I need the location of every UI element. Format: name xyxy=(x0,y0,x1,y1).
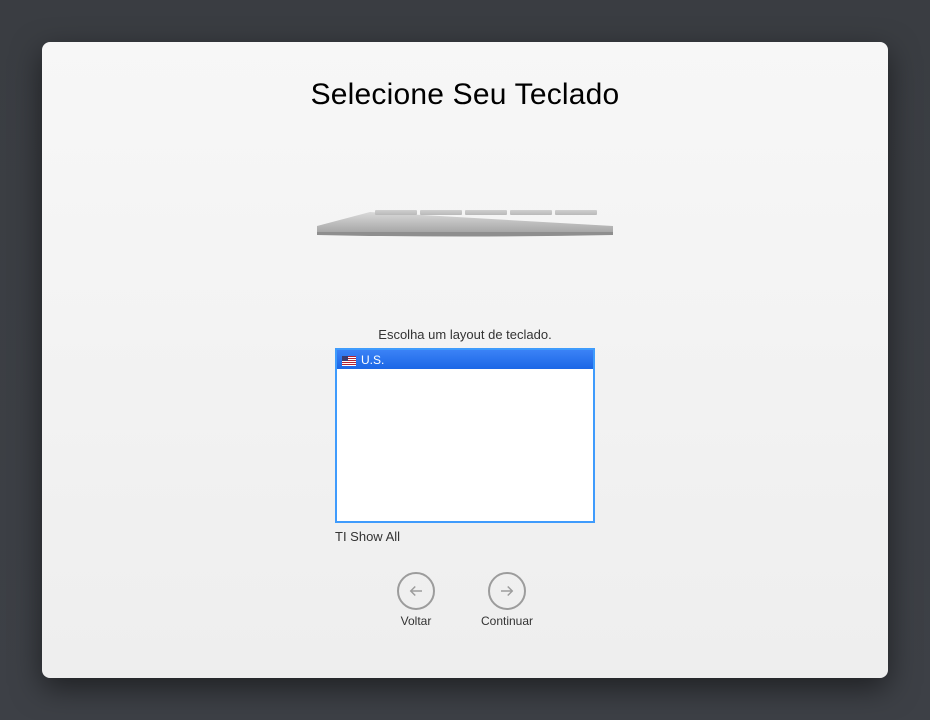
layout-option-label: U.S. xyxy=(361,353,384,367)
subtitle-text: Escolha um layout de teclado. xyxy=(378,327,551,342)
layout-option-selected[interactable]: U.S. xyxy=(337,350,593,369)
navigation-buttons: Voltar Continuar xyxy=(397,572,533,628)
continue-label: Continuar xyxy=(481,614,533,628)
arrow-right-icon xyxy=(488,572,526,610)
setup-panel: Selecione Seu Teclado xyxy=(42,42,888,678)
back-button[interactable]: Voltar xyxy=(397,572,435,628)
keyboard-illustration xyxy=(315,202,615,242)
page-title: Selecione Seu Teclado xyxy=(311,78,620,112)
show-all-label: TI Show All xyxy=(335,529,400,544)
back-label: Voltar xyxy=(401,614,432,628)
flag-us-icon xyxy=(342,355,356,365)
continue-button[interactable]: Continuar xyxy=(481,572,533,628)
keyboard-layout-listbox[interactable]: U.S. xyxy=(335,348,595,523)
show-all-toggle[interactable]: TI Show All xyxy=(335,529,595,544)
arrow-left-icon xyxy=(397,572,435,610)
